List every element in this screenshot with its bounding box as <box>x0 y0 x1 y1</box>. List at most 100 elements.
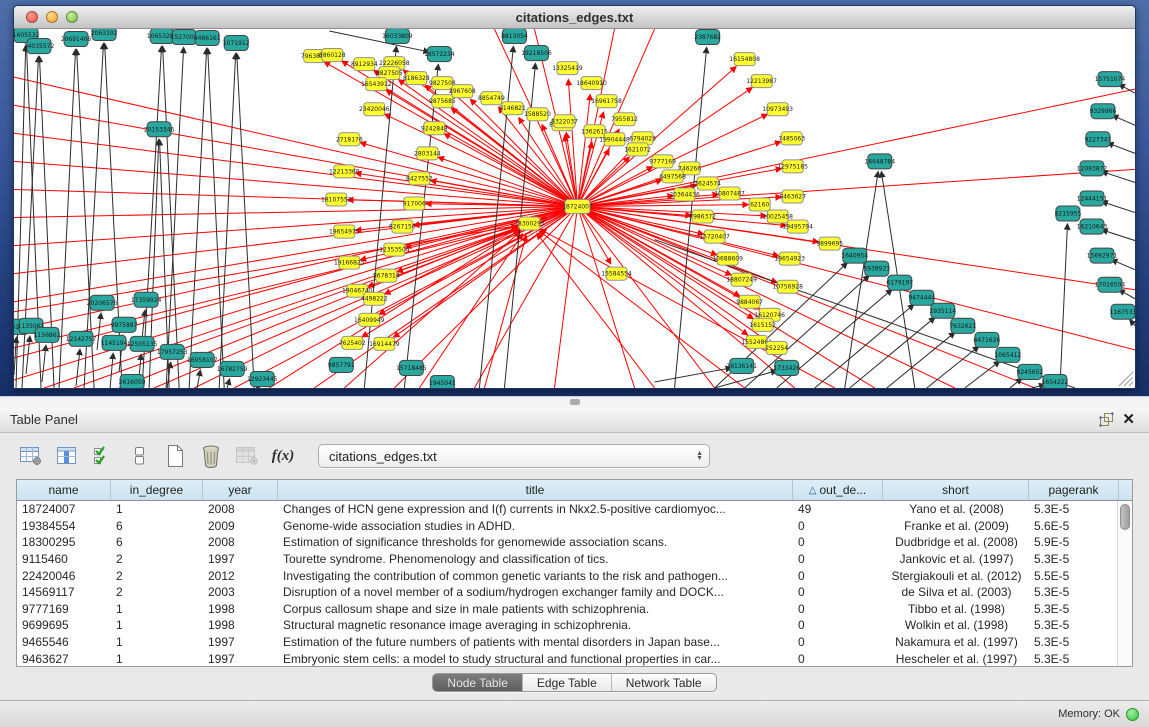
table-header-row: name in_degree year title△out_de...shortpag… <box>17 480 1132 501</box>
graph-node-label: 2935114 <box>929 308 956 315</box>
column-header-in_degree[interactable]: in_degree <box>111 480 203 500</box>
table-row[interactable]: 1872400712008Changes of HCN gene express… <box>17 501 1132 518</box>
graph-node-label: 12142757 <box>66 336 97 343</box>
graph-node-label: 1167533 <box>1110 309 1135 316</box>
tab-network-table[interactable]: Network Table <box>612 674 716 691</box>
table-row[interactable]: 1456911722003Disruption of a novel membe… <box>17 584 1132 601</box>
graph-node-label: 8427552 <box>406 175 433 182</box>
graph-node-label: 20691406 <box>61 36 92 43</box>
graph-edge <box>76 350 80 386</box>
cell-title: Structural magnetic resonance image aver… <box>278 618 793 632</box>
cell-short: Franke et al. (2009) <box>883 519 1029 533</box>
cell-short: Yano et al. (2008) <box>883 502 1029 516</box>
merge-rows-icon[interactable] <box>124 442 154 470</box>
close-panel-icon[interactable]: ✕ <box>1118 410 1139 429</box>
splitter-drag-handle-icon[interactable] <box>570 399 580 405</box>
column-header-label: name <box>48 483 78 497</box>
graph-node-label: 8186328 <box>403 75 430 82</box>
table-row[interactable]: 969969511998Structural magnetic resonanc… <box>17 617 1132 634</box>
network-table-selector[interactable]: citations_edges.txt ▲▼ <box>318 444 710 468</box>
table-row[interactable]: 946362711997Embryonic stem cells: a mode… <box>17 650 1132 666</box>
graph-node-label: 18572234 <box>424 51 455 58</box>
graph-node-label: 20153346 <box>144 126 175 133</box>
column-header-short[interactable]: short <box>883 480 1029 500</box>
apply-checks-icon[interactable] <box>88 442 118 470</box>
graph-node-label: 16136141 <box>726 363 757 370</box>
table-row[interactable]: 946554611997Estimation of the future num… <box>17 634 1132 651</box>
cell-title: Tourette syndrome. Phenomenology and cla… <box>278 552 793 566</box>
table-scrollbar-thumb[interactable] <box>1120 504 1130 530</box>
graph-node-label: 15720407 <box>699 234 730 241</box>
graph-edge <box>364 47 396 388</box>
graph-edge <box>1120 290 1135 299</box>
panel-splitter[interactable] <box>0 396 1149 407</box>
tab-node-table[interactable]: Node Table <box>433 674 523 691</box>
graph-node-label: 12213987 <box>746 78 777 85</box>
graph-node-label: 9875685 <box>429 98 456 105</box>
minimize-window-icon[interactable] <box>46 11 58 23</box>
network-window-titlebar[interactable]: citations_edges.txt <box>14 6 1135 29</box>
import-table-icon[interactable] <box>232 442 262 470</box>
cell-pagerank: 5.3E-5 <box>1029 602 1119 616</box>
graph-node-label: 2387682 <box>694 34 721 41</box>
graph-edge <box>1108 143 1135 153</box>
graph-node-label: 8471626 <box>974 337 1001 344</box>
vertical-scrollbar[interactable] <box>1117 501 1132 666</box>
tab-edge-table[interactable]: Edge Table <box>523 674 612 691</box>
graph-edge <box>845 172 878 388</box>
graph-node-label: 15751074 <box>1095 76 1126 83</box>
cell-name: 18724007 <box>17 502 111 516</box>
graph-edge <box>578 89 1135 206</box>
column-header-title[interactable]: title <box>278 480 793 500</box>
cell-pagerank: 5.3E-5 <box>1029 652 1119 666</box>
graph-node-label: 14035572 <box>24 43 55 50</box>
graph-node-label: 12975185 <box>777 163 808 170</box>
window-resize-handle[interactable] <box>1119 372 1133 386</box>
table-row[interactable]: 1830029562008Estimation of significance … <box>17 534 1132 551</box>
network-canvas[interactable]: 1605532140355722069140620631021065328715… <box>14 29 1135 388</box>
network-window: citations_edges.txt 16055321403557220691… <box>13 5 1136 389</box>
cell-pagerank: 5.9E-5 <box>1029 535 1119 549</box>
graph-node-label: 8322037 <box>551 118 578 125</box>
select-columns-icon[interactable] <box>52 442 82 470</box>
graph-node-label: 7955812 <box>611 116 638 123</box>
graph-node-label: 9474444 <box>908 295 935 302</box>
cell-short: Wolkin et al. (1998) <box>883 618 1029 632</box>
cell-year: 1997 <box>203 552 278 566</box>
column-header-name[interactable]: name <box>17 480 111 500</box>
cell-out_degree: 0 <box>793 635 883 649</box>
column-header-label: year <box>228 483 251 497</box>
function-builder-icon[interactable]: f(x) <box>268 442 298 470</box>
graph-edge <box>1130 320 1135 326</box>
memory-ok-icon[interactable] <box>1126 708 1139 721</box>
delete-table-icon[interactable] <box>196 442 226 470</box>
column-header-pagerank[interactable]: pagerank <box>1029 480 1119 500</box>
graph-node-label: 1156863 <box>34 332 61 339</box>
table-row[interactable]: 977716911998Corpus callosum shape and si… <box>17 601 1132 618</box>
graph-node-label: 9329966 <box>1090 108 1117 115</box>
table-panel-title: Table Panel <box>10 412 78 427</box>
graph-node-label: 16961758 <box>591 98 622 105</box>
cell-short: Jankovic et al. (1997) <box>883 552 1029 566</box>
cell-out_degree: 0 <box>793 535 883 549</box>
zoom-window-icon[interactable] <box>66 11 78 23</box>
application-window: citations_edges.txt 16055321403557220691… <box>0 0 1149 727</box>
cell-pagerank: 5.3E-5 <box>1029 585 1119 599</box>
close-window-icon[interactable] <box>26 11 38 23</box>
float-panel-icon[interactable] <box>1095 410 1118 429</box>
graph-node-label: 1071912 <box>223 40 250 47</box>
cell-short: Hescheler et al. (1997) <box>883 652 1029 666</box>
citation-network-graph[interactable]: 1605532140355722069140620631021065328715… <box>14 29 1135 388</box>
column-header-year[interactable]: year <box>203 480 278 500</box>
table-row[interactable]: 1938455462009Genome-wide association stu… <box>17 518 1132 535</box>
graph-node-label: 17359924 <box>131 297 162 304</box>
graph-node-label: 12353504 <box>379 247 410 254</box>
column-header-out_degree[interactable]: △out_de... <box>793 480 883 500</box>
table-row[interactable]: 911546021997Tourette syndrome. Phenomeno… <box>17 551 1132 568</box>
table-row[interactable]: 2242004622012Investigating the contribut… <box>17 567 1132 584</box>
graph-node-label: 10973493 <box>762 106 793 113</box>
table-settings-icon[interactable] <box>16 442 46 470</box>
new-table-icon[interactable] <box>160 442 190 470</box>
graph-node-label: 18300295 <box>514 221 545 228</box>
graph-node-label: 9827505 <box>376 70 403 77</box>
